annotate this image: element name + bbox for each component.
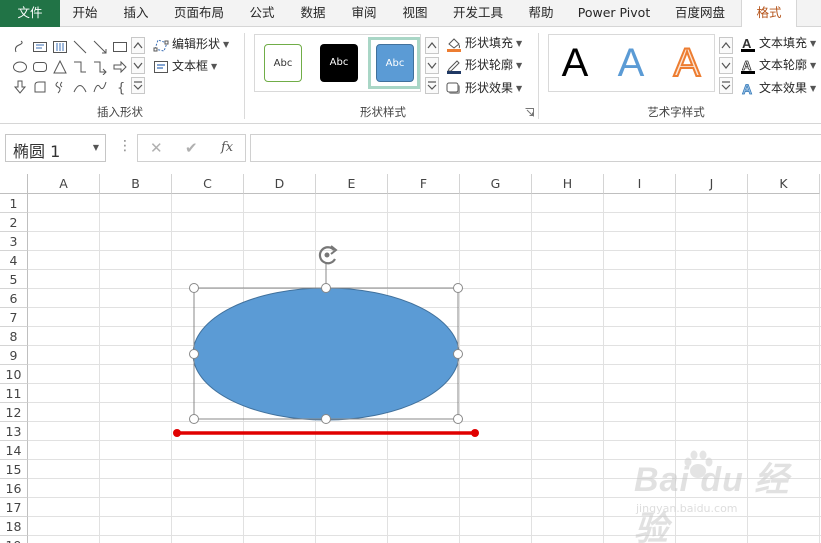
resize-handle[interactable] (453, 283, 463, 293)
watermark-url: jingyan.baidu.com (636, 502, 738, 515)
resize-handle[interactable] (321, 414, 331, 424)
resize-handle[interactable] (189, 283, 199, 293)
red-line-endpoint (471, 429, 479, 437)
resize-handle[interactable] (321, 283, 331, 293)
baidu-watermark: Bai du 经验 jingyan.baidu.com (616, 448, 816, 543)
resize-handle[interactable] (189, 349, 199, 359)
rotate-handle-icon[interactable] (318, 245, 338, 265)
red-line-endpoint (173, 429, 181, 437)
resize-handle[interactable] (453, 349, 463, 359)
ellipse-shape[interactable] (192, 287, 460, 421)
resize-handle[interactable] (189, 414, 199, 424)
resize-handle[interactable] (453, 414, 463, 424)
excel-window: 文件 开始 插入 页面布局 公式 数据 审阅 视图 开发工具 帮助 Power Pivot 百度网盘格… (0, 0, 821, 543)
paw-icon (684, 450, 713, 478)
watermark-logo: Bai du 经验 (634, 461, 790, 543)
